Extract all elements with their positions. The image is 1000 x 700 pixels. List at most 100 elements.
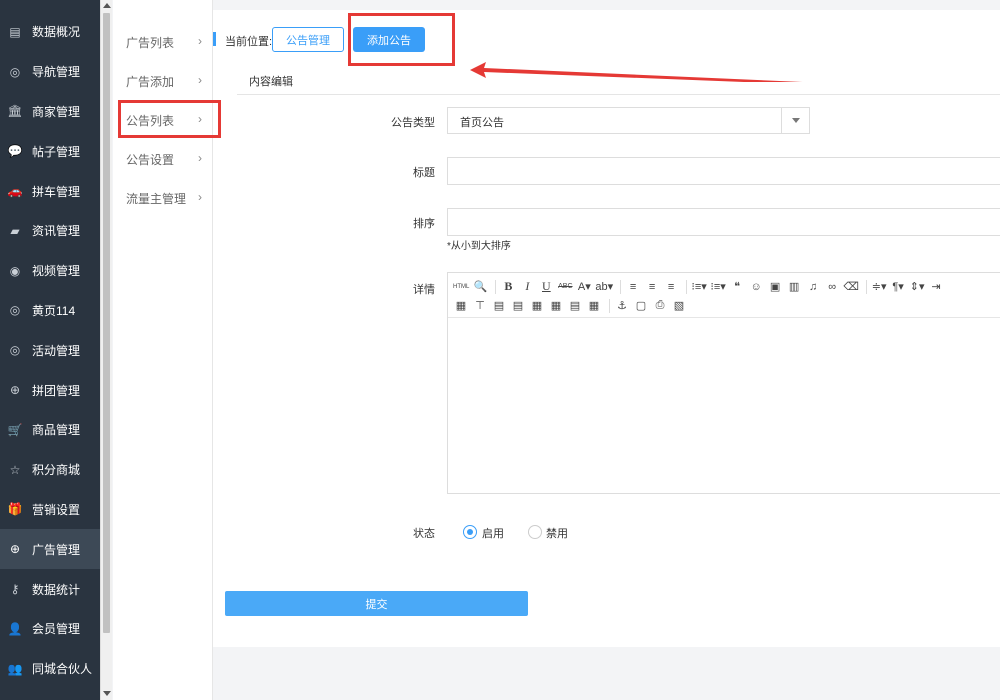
html-source-icon[interactable]: HTML bbox=[453, 279, 469, 295]
sidebar-item-label: 黄页114 bbox=[32, 303, 76, 318]
table-merge-icon[interactable]: ▦ bbox=[548, 298, 564, 314]
sidebar-item-label: 数据统计 bbox=[32, 582, 81, 597]
table-icon[interactable]: ▤ bbox=[491, 298, 507, 314]
emoji-icon[interactable]: ☺ bbox=[748, 279, 764, 295]
underline-icon[interactable]: U bbox=[538, 279, 554, 295]
sub-menu-item[interactable]: 公告设置 › bbox=[126, 151, 206, 168]
notice-type-select[interactable]: 首页公告 bbox=[447, 107, 810, 134]
align-left-icon[interactable]: ≡ bbox=[625, 279, 641, 295]
status-disabled-label[interactable]: 禁用 bbox=[546, 525, 568, 541]
print-icon[interactable]: ⎙ bbox=[652, 298, 668, 314]
sidebar-item[interactable]: ⊕ 广告管理 bbox=[0, 529, 100, 570]
sidebar-item[interactable]: ▤ 数据概况 bbox=[0, 12, 100, 52]
sidebar-item-label: 资讯管理 bbox=[32, 224, 81, 239]
indent-icon[interactable]: ⇥ bbox=[928, 279, 944, 295]
align-center-icon[interactable]: ≡ bbox=[644, 279, 660, 295]
sidebar-item[interactable]: 🏛 商家管理 bbox=[0, 92, 100, 132]
editor-content-area[interactable] bbox=[448, 319, 1000, 493]
scroll-down-arrow-icon[interactable] bbox=[103, 691, 111, 696]
scroll-thumb[interactable] bbox=[103, 13, 110, 633]
globe-icon: ⊕ bbox=[9, 542, 21, 557]
key-icon: ⚷ bbox=[10, 582, 20, 597]
sub-menu-item[interactable]: 广告添加 › bbox=[126, 73, 206, 90]
sidebar-scrollbar[interactable] bbox=[100, 0, 112, 700]
breadcrumb-accent-bar bbox=[213, 32, 216, 46]
table-delete-icon[interactable]: ▦ bbox=[586, 298, 602, 314]
row-spacing-icon[interactable]: ⇕▾ bbox=[909, 279, 925, 295]
bold-icon[interactable]: B bbox=[500, 279, 516, 295]
sidebar-item-label: 商品管理 bbox=[32, 423, 81, 438]
tab-notice-management[interactable]: 公告管理 bbox=[272, 27, 344, 52]
chevron-right-icon: › bbox=[198, 151, 202, 165]
compass-icon: ◎ bbox=[9, 303, 21, 318]
sub-menu-item[interactable]: 广告列表 › bbox=[126, 34, 206, 51]
merge-cells-icon[interactable]: ⊤ bbox=[472, 298, 488, 314]
page-break-icon[interactable]: ▢ bbox=[633, 298, 649, 314]
sort-hint: *从小到大排序 bbox=[447, 241, 511, 252]
sidebar-item-label: 数据概况 bbox=[32, 25, 81, 40]
anchor-icon[interactable]: ⚓ bbox=[614, 298, 630, 314]
compass-icon: ◎ bbox=[9, 343, 21, 358]
sub-menu-item-label: 流量主管理 bbox=[126, 192, 187, 206]
unordered-list-icon[interactable]: ⁝≡▾ bbox=[710, 279, 726, 295]
sidebar-item-label: 导航管理 bbox=[32, 65, 81, 80]
users-icon: 👥 bbox=[7, 661, 23, 676]
sort-input[interactable] bbox=[447, 208, 1000, 236]
strikethrough-icon[interactable]: ABC bbox=[557, 279, 573, 295]
quote-icon[interactable]: ❝ bbox=[729, 279, 745, 295]
paragraph-icon[interactable]: ¶▾ bbox=[890, 279, 906, 295]
section-title: 内容编辑 bbox=[237, 67, 1000, 95]
chevron-down-icon bbox=[791, 118, 800, 123]
notice-type-value: 首页公告 bbox=[460, 117, 504, 129]
template-icon[interactable]: ▧ bbox=[671, 298, 687, 314]
sidebar-item[interactable]: ⊕ 拼团管理 bbox=[0, 370, 100, 410]
sidebar-item[interactable]: ☆ 积分商城 bbox=[0, 450, 100, 490]
link-icon[interactable]: ∞ bbox=[824, 279, 840, 295]
sidebar-item-label: 拼团管理 bbox=[32, 383, 81, 398]
sidebar-item[interactable]: 🎁 营销设置 bbox=[0, 490, 100, 530]
select-caret[interactable] bbox=[781, 108, 809, 133]
editor-toolbar: HTML 🔍 B I U ABC A▾ ab▾ ≡ ≡ ≡ ⁝≡▾ ⁝≡▾ ❝ ☺ ▣ ▥ ♫ ∞ ⌫ ≑▾ ¶▾ ⇕▾ ⇥ … bbox=[448, 273, 1000, 318]
line-height-icon[interactable]: ≑▾ bbox=[871, 279, 887, 295]
image-icon[interactable]: ▣ bbox=[767, 279, 783, 295]
status-disabled-radio[interactable] bbox=[528, 525, 542, 539]
italic-icon[interactable]: I bbox=[519, 279, 535, 295]
table-split-icon[interactable]: ▤ bbox=[567, 298, 583, 314]
sidebar-item-label: 帖子管理 bbox=[32, 144, 81, 159]
sidebar-item[interactable]: ◉ 视频管理 bbox=[0, 251, 100, 291]
globe-icon: ⊕ bbox=[9, 383, 21, 398]
sidebar-item[interactable]: 🚗 拼车管理 bbox=[0, 171, 100, 211]
toolbar-separator bbox=[686, 279, 688, 294]
sidebar-item-label: 视频管理 bbox=[32, 264, 81, 279]
align-right-icon[interactable]: ≡ bbox=[663, 279, 679, 295]
sort-label: 排序 bbox=[413, 218, 435, 230]
music-icon[interactable]: ♫ bbox=[805, 279, 821, 295]
sidebar-item[interactable]: 👥 同城合伙人 bbox=[0, 649, 100, 689]
video-icon[interactable]: ▥ bbox=[786, 279, 802, 295]
sidebar-item[interactable]: 💬 帖子管理 bbox=[0, 131, 100, 171]
status-enabled-label[interactable]: 启用 bbox=[482, 525, 504, 541]
sidebar-item[interactable]: ◎ 导航管理 bbox=[0, 52, 100, 92]
tab-add-notice[interactable]: 添加公告 bbox=[353, 27, 425, 52]
sidebar-item[interactable]: ◎ 黄页114 bbox=[0, 291, 100, 331]
sidebar-item[interactable]: 🛒 商品管理 bbox=[0, 410, 100, 450]
editor-toolbar-row: HTML 🔍 B I U ABC A▾ ab▾ ≡ ≡ ≡ ⁝≡▾ ⁝≡▾ ❝ ☺ ▣ ▥ ♫ ∞ ⌫ ≑▾ ¶▾ ⇕▾ ⇥ bbox=[453, 277, 1000, 296]
status-enabled-radio[interactable] bbox=[463, 525, 477, 539]
font-color-icon[interactable]: A▾ bbox=[576, 279, 592, 295]
sidebar-item[interactable]: ▰ 资讯管理 bbox=[0, 211, 100, 251]
highlight-icon[interactable]: ab▾ bbox=[595, 279, 613, 295]
scroll-up-arrow-icon[interactable] bbox=[103, 3, 111, 8]
sidebar-item[interactable]: 👤 会员管理 bbox=[0, 609, 100, 649]
insert-column-icon[interactable]: ▦ bbox=[453, 298, 469, 314]
title-input[interactable] bbox=[447, 157, 1000, 185]
sidebar-item[interactable]: ⚷ 数据统计 bbox=[0, 569, 100, 609]
table-col-icon[interactable]: ▦ bbox=[529, 298, 545, 314]
sidebar-item[interactable]: ◎ 活动管理 bbox=[0, 330, 100, 370]
submit-button[interactable]: 提交 bbox=[225, 591, 528, 616]
sub-menu-item[interactable]: 流量主管理 › bbox=[126, 190, 206, 207]
table-row-icon[interactable]: ▤ bbox=[510, 298, 526, 314]
ordered-list-icon[interactable]: ⁝≡▾ bbox=[691, 279, 707, 295]
preview-icon[interactable]: 🔍 bbox=[472, 279, 488, 295]
eraser-icon[interactable]: ⌫ bbox=[843, 279, 859, 295]
sub-menu-item[interactable]: 公告列表 › bbox=[126, 112, 206, 129]
